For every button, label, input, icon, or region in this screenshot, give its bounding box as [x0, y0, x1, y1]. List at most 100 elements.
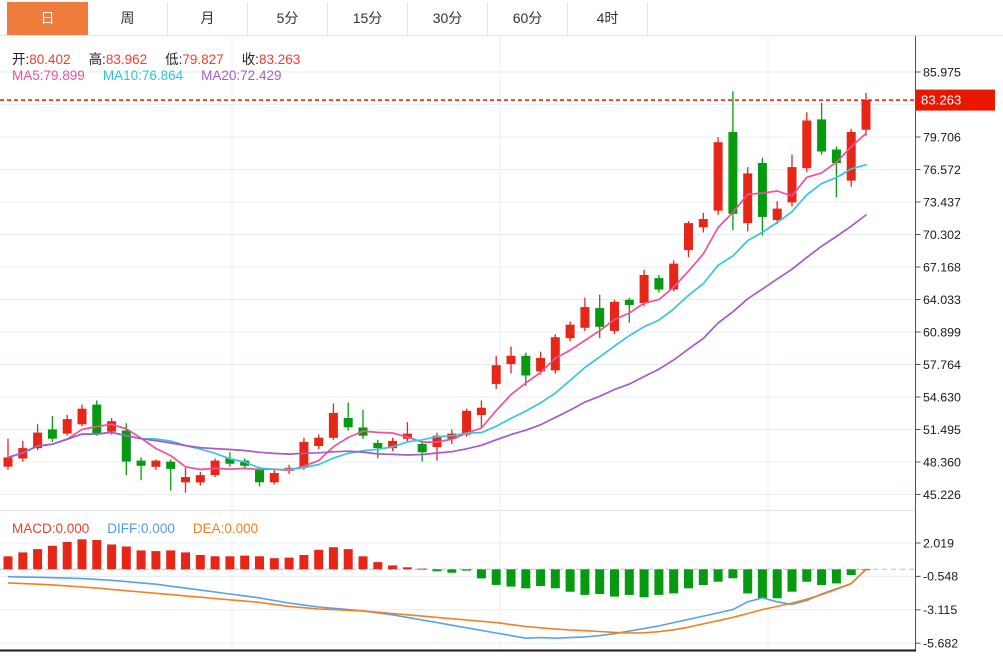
- macd-bar: [610, 569, 619, 596]
- period-tabbar: 日周月5分15分30分60分4时: [7, 2, 648, 35]
- macd-bar: [314, 550, 323, 570]
- price-tick-label: 79.706: [923, 130, 961, 144]
- low-value: 79.827: [182, 52, 223, 67]
- bottom-axis-line: [0, 650, 916, 652]
- candle: [566, 325, 575, 339]
- candle: [477, 408, 486, 415]
- macd-bar: [462, 569, 471, 570]
- price-tick-label: 85.975: [923, 65, 961, 79]
- candle: [758, 163, 767, 217]
- candle: [773, 209, 782, 220]
- period-tab-1[interactable]: 日: [7, 2, 88, 35]
- candle: [521, 356, 530, 376]
- ma5-label: MA5:: [12, 68, 44, 83]
- macd-bar: [255, 556, 264, 569]
- price-tick-label: 57.764: [923, 358, 961, 372]
- candle: [255, 469, 264, 483]
- candle: [610, 302, 619, 331]
- macd-bar: [847, 569, 856, 575]
- ma10-label: MA10:: [103, 68, 142, 83]
- candle: [418, 444, 427, 452]
- macd-bar: [122, 547, 131, 570]
- period-tab-5[interactable]: 15分: [328, 2, 408, 35]
- period-tab-7[interactable]: 60分: [488, 2, 568, 35]
- ma20-value: 72.429: [240, 68, 281, 83]
- macd-label: MACD:: [12, 521, 56, 536]
- candle: [78, 409, 87, 425]
- svg-text:83.263: 83.263: [921, 93, 961, 108]
- chart-canvas[interactable]: 85.97579.70676.57273.43770.30267.16864.0…: [0, 0, 1003, 657]
- price-tick-label: 64.033: [923, 293, 961, 307]
- period-tab-6[interactable]: 30分: [408, 2, 488, 35]
- candle: [654, 278, 663, 289]
- macd-bar: [78, 539, 87, 569]
- candle: [151, 461, 160, 467]
- macd-tick-label: -0.548: [923, 570, 958, 584]
- candle: [344, 418, 353, 427]
- macd-bar: [521, 569, 530, 588]
- macd-bar: [447, 569, 456, 572]
- price-tick-label: 45.226: [923, 488, 961, 502]
- macd-bar: [166, 550, 175, 569]
- macd-bar: [536, 569, 545, 586]
- tabbar-divider: [0, 35, 1003, 36]
- period-tab-3[interactable]: 月: [168, 2, 248, 35]
- period-tab-2[interactable]: 周: [88, 2, 168, 35]
- candle: [817, 119, 826, 151]
- candle: [669, 264, 678, 290]
- current-price-tag: 83.263: [916, 90, 995, 111]
- diff-label: DIFF:: [107, 521, 141, 536]
- price-tick-label: 70.302: [923, 228, 961, 242]
- candle: [107, 421, 116, 431]
- macd-bar: [477, 569, 486, 578]
- macd-bar: [654, 569, 663, 595]
- candle: [314, 438, 323, 446]
- candle: [728, 132, 737, 214]
- candle: [299, 442, 308, 468]
- candle: [196, 475, 205, 482]
- macd-bar: [640, 569, 649, 597]
- open-label: 开:: [12, 52, 29, 67]
- macd-bar: [329, 547, 338, 569]
- macd-bar: [743, 569, 752, 593]
- macd-tick-label: 2.019: [923, 536, 954, 550]
- dea-label: DEA:: [193, 521, 225, 536]
- period-tab-4[interactable]: 5分: [248, 2, 328, 35]
- macd-bar: [211, 556, 220, 569]
- candle: [507, 356, 516, 364]
- macd-bar: [728, 569, 737, 578]
- macd-bar: [285, 558, 294, 570]
- ma5-value: 79.899: [44, 68, 85, 83]
- candle: [580, 307, 589, 328]
- period-tab-8[interactable]: 4时: [568, 2, 648, 35]
- macd-bar: [373, 562, 382, 569]
- price-tick-label: 48.360: [923, 455, 961, 469]
- ma20-label: MA20:: [201, 68, 240, 83]
- close-label: 收:: [242, 52, 259, 67]
- macd-bar: [196, 555, 205, 569]
- ohlc-readout: 开:80.402高:83.962低:79.827收:83.263: [12, 48, 318, 68]
- macd-value: 0.000: [56, 521, 90, 536]
- macd-bar: [507, 569, 516, 586]
- candle: [625, 300, 634, 305]
- macd-bar: [492, 569, 501, 585]
- price-tick-label: 73.437: [923, 195, 961, 209]
- macd-bar: [758, 569, 767, 598]
- dea-line: [8, 569, 866, 633]
- candle: [714, 142, 723, 210]
- candle: [329, 413, 338, 438]
- macd-bar: [33, 549, 42, 569]
- macd-bar: [625, 569, 634, 595]
- candle: [270, 473, 279, 482]
- open-value: 80.402: [29, 52, 70, 67]
- ma-readout: MA5:79.899MA10:76.864MA20:72.429: [12, 68, 299, 83]
- macd-tick-label: -5.682: [923, 637, 958, 651]
- macd-bar: [773, 569, 782, 598]
- macd-bar: [18, 552, 27, 569]
- macd-bar: [802, 569, 811, 581]
- macd-bar: [92, 540, 101, 569]
- macd-bar: [418, 569, 427, 570]
- macd-bar: [181, 552, 190, 569]
- price-tick-label: 51.495: [923, 423, 961, 437]
- high-value: 83.962: [106, 52, 147, 67]
